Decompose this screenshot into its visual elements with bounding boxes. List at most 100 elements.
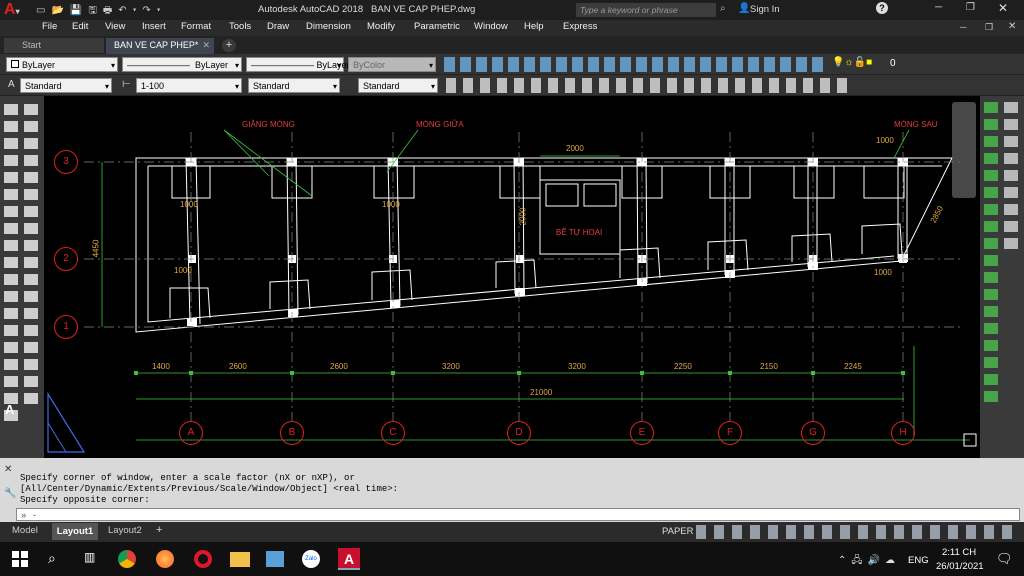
annotation-scale-control[interactable]: 1-100 ▾ <box>136 78 242 93</box>
axis-col-b: B <box>280 421 304 445</box>
tab-layout1[interactable]: Layout1 <box>52 523 98 540</box>
search-icon[interactable]: ⌕ <box>720 3 726 14</box>
paper-space-toggle[interactable]: PAPER <box>662 526 694 537</box>
search-input[interactable]: Type a keyword or phrase <box>576 3 716 17</box>
photos-icon[interactable] <box>266 551 284 567</box>
user-icon[interactable]: 👤 <box>738 3 750 14</box>
command-history-line-1: Specify corner of window, enter a scale … <box>20 473 355 483</box>
close-button[interactable]: ✕ <box>998 1 1008 15</box>
tab-start[interactable]: Start <box>4 38 104 53</box>
menu-express[interactable]: Express <box>563 21 597 32</box>
menu-tools[interactable]: Tools <box>229 21 251 32</box>
lineweight-control[interactable]: ——————— ByLayer ▾ <box>246 57 350 72</box>
search-taskbar-icon[interactable]: ⌕ <box>48 550 56 567</box>
drawing-canvas[interactable]: GIẰNG MÓNG MÓNG GIỮA MÓNG SAU BỂ TỰ HOẠI… <box>44 96 980 458</box>
autocad-taskbar-icon[interactable]: A <box>338 548 360 570</box>
menu-bar: File Edit View Insert Format Tools Draw … <box>0 20 1024 36</box>
septic-tank <box>539 179 621 255</box>
view-tools-icons[interactable] <box>446 78 850 93</box>
task-view-icon[interactable]: ▥ <box>84 550 95 564</box>
right-tool-icons-1[interactable] <box>984 102 998 402</box>
command-history-line-3: Specify opposite corner: <box>20 495 150 505</box>
axis-col-f: F <box>718 421 742 445</box>
dim-style-control[interactable]: Standard ▾ <box>248 78 340 93</box>
dim-2000-tank: 2000 <box>518 207 528 226</box>
sign-in-button[interactable]: Sign In <box>750 4 780 15</box>
current-layer-name: 0 <box>890 58 896 69</box>
navigation-bar[interactable] <box>952 102 976 198</box>
menu-format[interactable]: Format <box>181 21 211 32</box>
menu-view[interactable]: View <box>105 21 125 32</box>
tab-model[interactable]: Model <box>12 525 38 536</box>
properties-toolbar: ByLayer ▾ ——————— ByLayer ▾ ——————— ByLaye… <box>0 54 1024 75</box>
layer-tools-icons[interactable] <box>444 57 828 72</box>
firefox-icon[interactable] <box>156 550 174 568</box>
minimize-button[interactable]: ─ <box>935 2 942 13</box>
span-8: 2245 <box>844 362 862 371</box>
menu-window[interactable]: Window <box>474 21 508 32</box>
system-tray-icons[interactable]: ⌃🖧🔊☁ <box>838 553 900 570</box>
menu-help[interactable]: Help <box>524 21 544 32</box>
text-style-control[interactable]: Standard ▾ <box>20 78 112 93</box>
language-indicator[interactable]: ENG <box>908 555 929 566</box>
command-window: ✕ 🔧 Specify corner of window, enter a sc… <box>0 458 1024 522</box>
foundation-outline <box>135 157 953 333</box>
axis-col-h: H <box>891 421 915 445</box>
command-input[interactable]: » - <box>16 508 1020 521</box>
new-tab-button[interactable]: + <box>222 39 236 52</box>
clock-date[interactable]: 26/01/2021 <box>936 561 984 572</box>
doc-close-button[interactable]: ✕ <box>1008 21 1016 32</box>
span-1: 1400 <box>152 362 170 371</box>
plotstyle-control[interactable]: ByColor ▾ <box>348 57 436 72</box>
menu-draw[interactable]: Draw <box>267 21 289 32</box>
tab-drawing-active[interactable]: BAN VE CAP PHEP* ✕ <box>106 38 214 54</box>
span-6: 2250 <box>674 362 692 371</box>
dim-1000-mid: 1000 <box>174 266 192 275</box>
menu-edit[interactable]: Edit <box>72 21 88 32</box>
dimscale-icon: ⊢ <box>122 79 131 90</box>
doc-restore-button[interactable]: ❐ <box>985 22 993 33</box>
status-toggle-icons[interactable] <box>696 525 1016 539</box>
axis-col-c: C <box>381 421 405 445</box>
add-layout-button[interactable]: + <box>156 524 162 536</box>
span-2: 2600 <box>229 362 247 371</box>
notification-icon[interactable]: 🗨 <box>996 551 1013 567</box>
label-giang-mong: GIẰNG MÓNG <box>242 120 295 129</box>
clock-time[interactable]: 2:11 CH <box>942 547 976 558</box>
color-control[interactable]: ByLayer ▾ <box>6 57 118 72</box>
dim-4450: 4450 <box>91 239 101 258</box>
doc-minimize-button[interactable]: ─ <box>960 22 966 32</box>
menu-dimension[interactable]: Dimension <box>306 21 351 32</box>
layer-state-icons[interactable]: 💡☼🔓■ <box>832 57 882 72</box>
help-icon[interactable]: ? <box>876 2 888 14</box>
windows-start-icon[interactable] <box>12 551 28 567</box>
modify-tool-icons[interactable] <box>24 104 38 409</box>
axis-row-3: 3 <box>54 150 78 174</box>
span-4: 3200 <box>442 362 460 371</box>
draw-tool-icons[interactable] <box>4 104 18 424</box>
command-close-icon[interactable]: ✕ <box>4 464 12 475</box>
dim-1000-h: 1000 <box>874 268 892 277</box>
label-mong-giua: MÓNG GIỮA <box>416 120 464 129</box>
menu-parametric[interactable]: Parametric <box>414 21 460 32</box>
file-explorer-icon[interactable] <box>230 552 250 567</box>
chrome-icon[interactable] <box>118 550 136 568</box>
menu-file[interactable]: File <box>42 21 57 32</box>
autocad-logo-icon[interactable]: A▾ <box>4 1 28 19</box>
linetype-control[interactable]: ——————— ByLayer ▾ <box>122 57 242 72</box>
right-tool-icons-2[interactable] <box>1004 102 1018 252</box>
opera-icon[interactable] <box>194 550 212 568</box>
restore-button[interactable]: ❐ <box>966 2 975 13</box>
span-7: 2150 <box>760 362 778 371</box>
table-style-control[interactable]: Standard ▾ <box>358 78 438 93</box>
tab-layout2[interactable]: Layout2 <box>108 525 142 536</box>
dim-2000-top: 2000 <box>566 144 584 153</box>
menu-modify[interactable]: Modify <box>367 21 395 32</box>
tab-close-icon[interactable]: ✕ <box>202 38 210 53</box>
menu-insert[interactable]: Insert <box>142 21 166 32</box>
text-tool-icon[interactable]: A <box>5 402 14 417</box>
title-bar: A▾ ▭📂💾🖫🖶↶▾↷▾ Autodesk AutoCAD 2018 BAN V… <box>0 0 1024 20</box>
draw-toolbar: A <box>0 96 44 458</box>
zalo-icon[interactable]: Zalo <box>302 550 320 568</box>
command-settings-icon[interactable]: 🔧 <box>4 488 16 499</box>
